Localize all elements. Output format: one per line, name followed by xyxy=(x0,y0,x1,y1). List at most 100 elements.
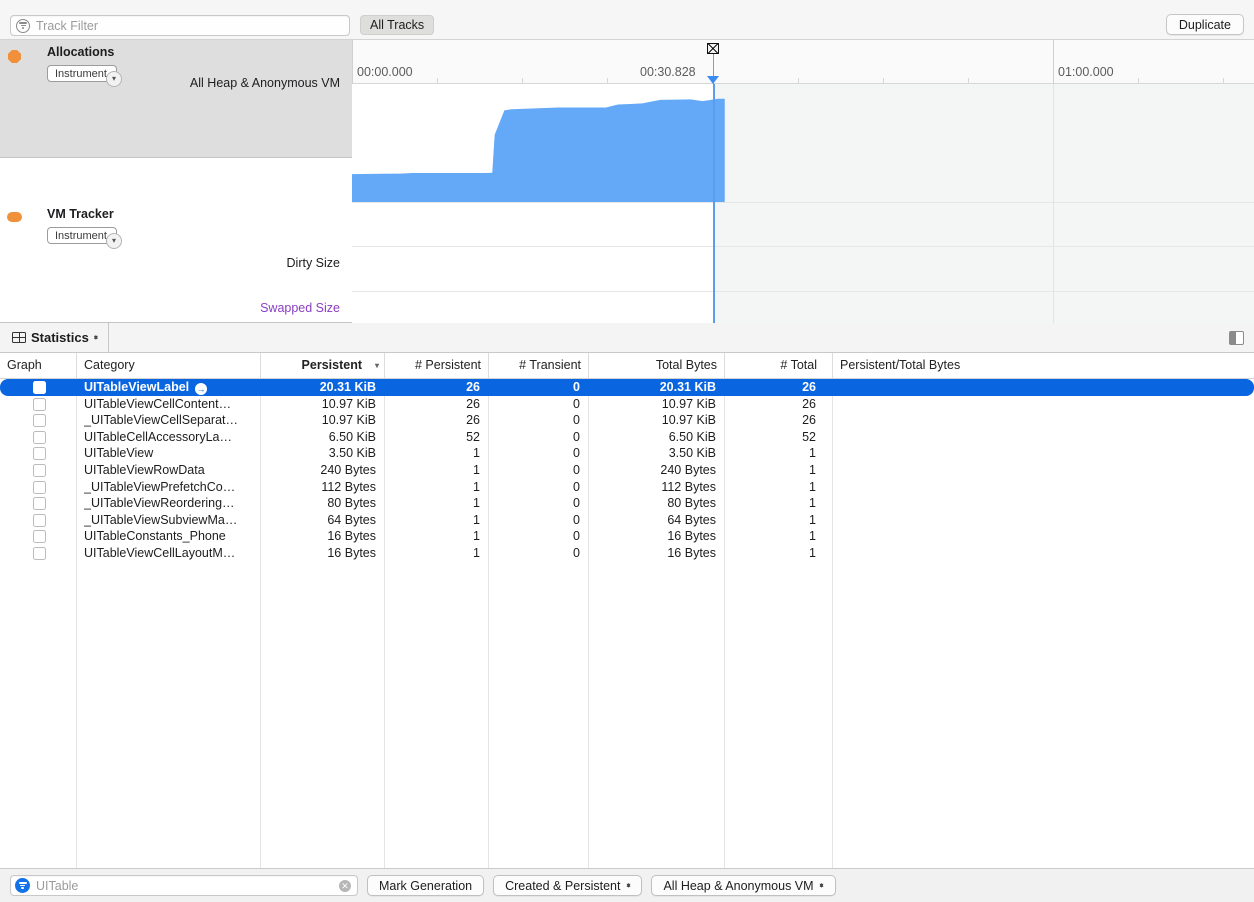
graph-checkbox[interactable] xyxy=(33,381,46,394)
all-tracks-button[interactable]: All Tracks xyxy=(360,15,435,35)
timeline-plot-area[interactable] xyxy=(352,84,1254,323)
allocations-area-chart xyxy=(352,98,725,202)
cell-persistent: 240 Bytes xyxy=(320,462,376,477)
graph-checkbox[interactable] xyxy=(33,513,46,527)
chevron-down-icon[interactable]: ▾ xyxy=(106,71,122,87)
column-header-persistent-total-bytes[interactable]: Persistent/Total Bytes xyxy=(832,353,1254,378)
ruler-tick-60 xyxy=(1053,40,1054,84)
graph-checkbox[interactable] xyxy=(33,447,46,461)
column-header-persistent[interactable]: Persistent ▾ xyxy=(260,353,384,378)
playhead-handle[interactable] xyxy=(707,76,719,84)
track-header-vm-tracker[interactable]: VM Tracker Instrument ▾ Dirty Size Swapp… xyxy=(0,202,352,353)
cell-ratio xyxy=(840,396,1240,413)
heap-scope-select[interactable]: All Heap & Anonymous VM ▴ ▾ xyxy=(651,875,836,896)
track-title-allocations: Allocations xyxy=(47,45,115,59)
allocation-lifespan-select[interactable]: Created & Persistent ▴ ▾ xyxy=(493,875,643,896)
filter-icon xyxy=(15,878,30,893)
cell-n-persistent: 1 xyxy=(473,479,480,494)
statistics-popup-button[interactable]: Statistics ▴ ▾ xyxy=(0,322,109,353)
cell-persistent: 20.31 KiB xyxy=(319,380,376,394)
track-filter-input[interactable]: Track Filter xyxy=(10,15,350,36)
cell-n-total: 26 xyxy=(802,396,816,411)
cell-category: _UITableViewReordering… xyxy=(84,496,235,511)
cell-persistent: 6.50 KiB xyxy=(328,429,376,444)
search-input[interactable]: UITable ✕ xyxy=(10,875,358,896)
cell-n-total: 1 xyxy=(809,545,816,560)
cell-n-persistent: 1 xyxy=(473,462,480,477)
cell-category: _UITableViewPrefetchCo… xyxy=(84,479,236,494)
clear-circle-icon[interactable]: ✕ xyxy=(339,879,351,892)
column-header-total-bytes[interactable]: Total Bytes xyxy=(588,353,724,378)
cell-n-persistent: 1 xyxy=(473,446,480,461)
table-row[interactable]: UITableViewCellContent… 10.97 KiB 26 0 10.97… xyxy=(0,396,1254,413)
table-row[interactable]: UITableViewLabel → 20.31 KiB 26 0 20.31 KiB 26 xyxy=(0,379,1254,396)
column-header-n-total[interactable]: # Total xyxy=(724,353,824,378)
cell-n-persistent: 52 xyxy=(466,429,480,444)
graph-checkbox[interactable] xyxy=(33,497,46,511)
table-header-row: Graph Category Persistent ▾ # Persistent… xyxy=(0,353,1254,379)
cell-n-transient: 0 xyxy=(573,545,580,560)
column-header-category[interactable]: Category xyxy=(76,353,260,378)
track-header-allocations[interactable]: Allocations Instrument ▾ All Heap & Anon… xyxy=(0,40,352,158)
lane-label-dirty-size: Dirty Size xyxy=(286,256,340,270)
inspector-panel-icon[interactable] xyxy=(1229,331,1244,345)
statistics-table[interactable]: UITableViewLabel → 20.31 KiB 26 0 20.31 KiB 26… xyxy=(0,379,1254,868)
column-header-graph[interactable]: Graph xyxy=(0,353,76,378)
pill-dot-icon xyxy=(7,212,22,222)
cell-total-bytes: 10.97 KiB xyxy=(661,396,716,411)
cell-persistent: 3.50 KiB xyxy=(328,446,376,461)
ruler-label-60: 01:00.000 xyxy=(1058,65,1114,79)
cell-ratio xyxy=(840,379,1240,396)
cell-persistent: 16 Bytes xyxy=(327,545,376,560)
checkered-flag-icon[interactable] xyxy=(707,43,719,54)
table-row[interactable]: _UITableViewSubviewMa… 64 Bytes 1 0 64 Bytes… xyxy=(0,512,1254,529)
cell-n-persistent: 26 xyxy=(466,380,480,394)
playhead-line xyxy=(713,84,715,323)
table-row[interactable]: UITableCellAccessoryLa… 6.50 KiB 52 0 6.50 K… xyxy=(0,429,1254,446)
column-header-n-persistent[interactable]: # Persistent xyxy=(384,353,488,378)
graph-checkbox[interactable] xyxy=(33,530,46,544)
cell-n-persistent: 1 xyxy=(473,545,480,560)
table-row[interactable]: _UITableViewReordering… 80 Bytes 1 0 80 Byte… xyxy=(0,495,1254,512)
table-row[interactable]: UITableView 3.50 KiB 1 0 3.50 KiB 1 xyxy=(0,445,1254,462)
ruler-tick-0 xyxy=(352,40,353,84)
cell-persistent: 64 Bytes xyxy=(327,512,376,527)
duplicate-button[interactable]: Duplicate xyxy=(1165,14,1244,35)
cell-n-total: 1 xyxy=(809,512,816,527)
cell-ratio xyxy=(840,412,1240,429)
cell-persistent: 80 Bytes xyxy=(327,496,376,511)
cell-n-total: 1 xyxy=(809,496,816,511)
ruler-label-0: 00:00.000 xyxy=(357,65,413,79)
cell-n-total: 26 xyxy=(802,413,816,428)
chevron-down-icon[interactable]: ▾ xyxy=(106,233,122,249)
table-row[interactable]: UITableViewRowData 240 Bytes 1 0 240 Bytes 1 xyxy=(0,462,1254,479)
table-row[interactable]: UITableConstants_Phone 16 Bytes 1 0 16 Bytes… xyxy=(0,528,1254,545)
graph-checkbox[interactable] xyxy=(33,480,46,494)
cell-category: _UITableViewSubviewMa… xyxy=(84,512,238,527)
mark-generation-button[interactable]: Mark Generation xyxy=(367,875,485,896)
up-down-chevron-icon: ▴ ▾ xyxy=(626,880,631,890)
cell-total-bytes: 20.31 KiB xyxy=(659,380,716,394)
lane-label-all-heap: All Heap & Anonymous VM xyxy=(189,76,340,90)
cell-total-bytes: 64 Bytes xyxy=(667,512,716,527)
table-row[interactable]: _UITableViewCellSeparat… 10.97 KiB 26 0 10.9… xyxy=(0,412,1254,429)
allocation-lifespan-label: Created & Persistent xyxy=(505,878,621,893)
up-down-chevron-icon: ▴ ▾ xyxy=(93,332,98,342)
cell-persistent: 10.97 KiB xyxy=(321,413,376,428)
cell-n-transient: 0 xyxy=(573,413,580,428)
cell-n-transient: 0 xyxy=(573,529,580,544)
graph-checkbox[interactable] xyxy=(33,430,46,444)
table-row[interactable]: _UITableViewPrefetchCo… 112 Bytes 1 0 112 By… xyxy=(0,479,1254,496)
cell-n-transient: 0 xyxy=(573,496,580,511)
graph-checkbox[interactable] xyxy=(33,414,46,428)
cell-category: UITableViewLabel → xyxy=(84,380,208,396)
column-header-n-transient[interactable]: # Transient xyxy=(488,353,588,378)
cell-ratio xyxy=(840,445,1240,462)
graph-checkbox[interactable] xyxy=(33,397,46,411)
graph-checkbox[interactable] xyxy=(33,546,46,560)
arrow-right-circle-icon[interactable]: → xyxy=(195,383,208,396)
table-row[interactable]: UITableViewCellLayoutM… 16 Bytes 1 0 16 Byte… xyxy=(0,545,1254,562)
lane-label-swapped-size[interactable]: Swapped Size xyxy=(260,301,340,315)
graph-checkbox[interactable] xyxy=(33,463,46,477)
cell-n-transient: 0 xyxy=(573,462,580,477)
